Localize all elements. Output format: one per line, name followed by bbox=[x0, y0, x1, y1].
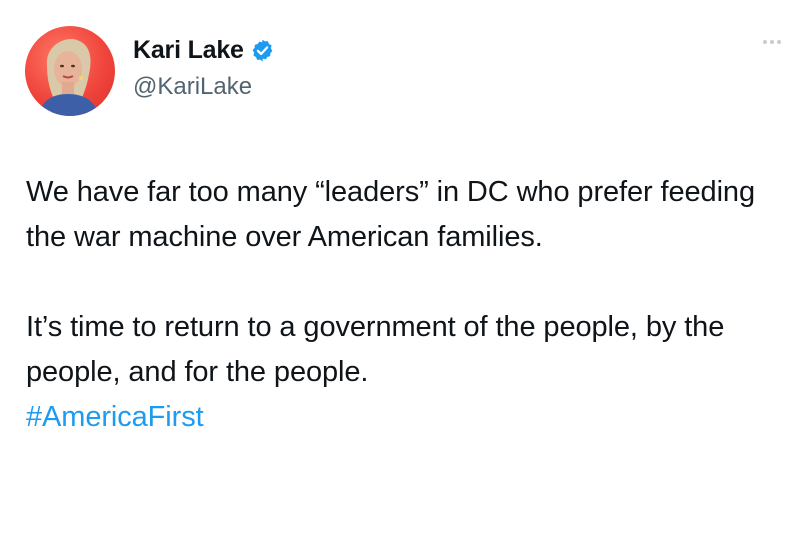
tweet-paragraph-1: We have far too many “leaders” in DC who… bbox=[26, 176, 755, 253]
author-name-row: Kari Lake bbox=[133, 33, 275, 67]
more-dot bbox=[770, 40, 774, 44]
profile-photo bbox=[39, 39, 99, 116]
author-avatar[interactable] bbox=[25, 26, 115, 116]
tweet-paragraph-2: It’s time to return to a government of t… bbox=[26, 305, 786, 440]
hashtag-link[interactable]: #AmericaFirst bbox=[26, 395, 786, 440]
verified-badge-icon bbox=[250, 38, 275, 63]
tweet-card: Kari Lake @KariLake We have far too many… bbox=[0, 0, 807, 540]
tweet-paragraph-2-text: It’s time to return to a government of t… bbox=[26, 311, 725, 388]
author-block: Kari Lake @KariLake bbox=[133, 33, 275, 101]
author-handle[interactable]: @KariLake bbox=[133, 73, 275, 101]
tweet-text: We have far too many “leaders” in DC who… bbox=[26, 170, 786, 440]
more-options-icon[interactable] bbox=[763, 40, 781, 44]
more-dot bbox=[777, 40, 781, 44]
author-display-name[interactable]: Kari Lake bbox=[133, 36, 244, 65]
more-dot bbox=[763, 40, 767, 44]
